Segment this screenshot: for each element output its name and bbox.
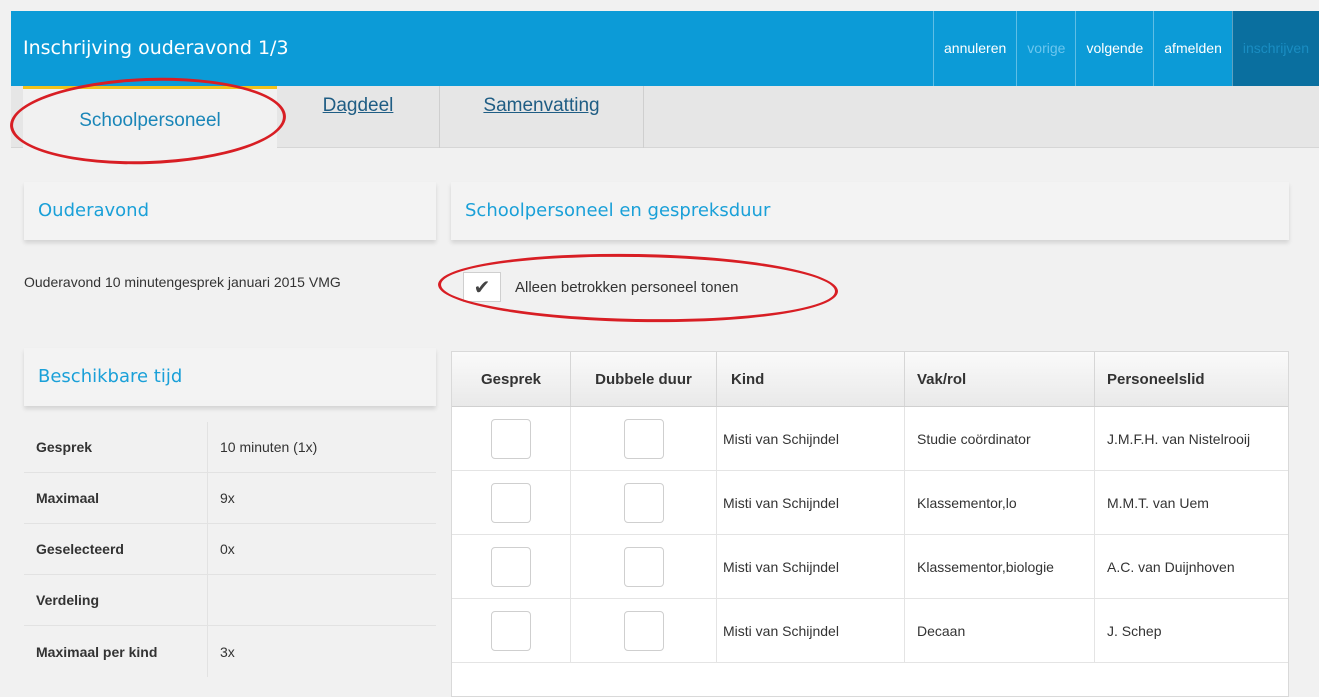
dubbele-duur-cell: [571, 407, 717, 470]
column-personeelslid: Personeelslid: [1107, 370, 1205, 388]
checkbox-label: Alleen betrokken personeel tonen: [515, 278, 739, 296]
table-row: Misti van Schijndel Klassementor,biologi…: [452, 535, 1288, 599]
dubbele-duur-cell: [571, 471, 717, 534]
next-button[interactable]: volgende: [1075, 11, 1153, 86]
personeelslid-text: M.M.T. van Uem: [1107, 494, 1209, 511]
info-row: Maximaal 9x: [24, 473, 436, 524]
beschikbare-tijd-table: Gesprek 10 minuten (1x) Maximaal 9x Gese…: [24, 422, 436, 677]
logout-button[interactable]: afmelden: [1153, 11, 1232, 86]
gesprek-checkbox[interactable]: [491, 546, 531, 587]
tab-samenvatting[interactable]: Samenvatting: [440, 86, 644, 148]
info-row: Maximaal per kind 3x: [24, 626, 436, 677]
personeelslid-text: J. Schep: [1107, 622, 1162, 639]
tab-label: Dagdeel: [322, 95, 394, 116]
info-value: 3x: [220, 643, 235, 660]
check-icon: ✔: [473, 276, 491, 299]
column-dubbele-duur: Dubbele duur: [571, 352, 717, 406]
dubbele-duur-checkbox[interactable]: [623, 546, 664, 587]
schoolpersoneel-heading: Schoolpersoneel en gespreksduur: [451, 182, 1289, 240]
table-row: Misti van Schijndel Studie coördinator J…: [452, 407, 1288, 471]
table-header: Gesprek Dubbele duur Kind Vak/rol Person…: [452, 352, 1288, 407]
dubbele-duur-checkbox[interactable]: [623, 610, 664, 651]
dubbele-duur-cell: [571, 599, 717, 662]
tab-label: Schoolpersoneel: [79, 110, 221, 131]
personeelslid-text: J.M.F.H. van Nistelrooij: [1107, 430, 1251, 447]
checkbox[interactable]: ✔: [463, 272, 501, 302]
tab-dagdeel[interactable]: Dagdeel: [277, 86, 440, 148]
personeelslid-cell: A.C. van Duijnhoven: [1095, 535, 1288, 598]
gesprek-cell: [452, 407, 571, 470]
column-kind: Kind: [717, 352, 905, 406]
staff-table: Gesprek Dubbele duur Kind Vak/rol Person…: [451, 351, 1289, 697]
kind-cell: Misti van Schijndel: [717, 471, 905, 534]
previous-button[interactable]: vorige: [1016, 11, 1075, 86]
info-value: 10 minuten (1x): [220, 439, 318, 455]
table-row: Misti van Schijndel Klassementor,lo M.M.…: [452, 471, 1288, 535]
gesprek-checkbox[interactable]: [491, 610, 531, 651]
tab-schoolpersoneel[interactable]: Schoolpersoneel: [23, 86, 277, 148]
table-row: Misti van Schijndel Decaan J. Schep: [452, 599, 1288, 663]
page-title: Inschrijving ouderavond 1/3: [23, 37, 289, 59]
vak-cell: Studie coördinator: [905, 407, 1095, 470]
column-gesprek: Gesprek: [452, 352, 571, 406]
gesprek-cell: [452, 599, 571, 662]
personeelslid-cell: J.M.F.H. van Nistelrooij: [1095, 407, 1288, 470]
gesprek-cell: [452, 535, 571, 598]
personeelslid-text: A.C. van Duijnhoven: [1107, 558, 1235, 575]
kind-cell: Misti van Schijndel: [717, 407, 905, 470]
info-value: 0x: [220, 541, 235, 557]
info-row: Geselecteerd 0x: [24, 524, 436, 575]
header-nav: annuleren vorige volgende afmelden insch…: [933, 11, 1319, 86]
tab-bar: Schoolpersoneel Dagdeel Samenvatting: [11, 86, 1319, 148]
personeelslid-cell: M.M.T. van Uem: [1095, 471, 1288, 534]
info-row: Gesprek 10 minuten (1x): [24, 422, 436, 473]
beschikbare-tijd-heading: Beschikbare tijd: [24, 348, 436, 406]
vak-cell: Klassementor,lo: [905, 471, 1095, 534]
kind-cell: Misti van Schijndel: [717, 535, 905, 598]
gesprek-checkbox[interactable]: [491, 418, 531, 459]
vak-cell: Decaan: [905, 599, 1095, 662]
ouderavond-description: Ouderavond 10 minutengesprek januari 201…: [24, 274, 341, 290]
register-button[interactable]: inschrijven: [1231, 11, 1319, 86]
info-label: Geselecteerd: [24, 524, 208, 574]
column-vak-rol: Vak/rol: [905, 352, 1095, 406]
info-value: 9x: [220, 490, 235, 506]
vak-cell: Klassementor,biologie: [905, 535, 1095, 598]
dubbele-duur-cell: [571, 535, 717, 598]
info-row: Verdeling: [24, 575, 436, 626]
tab-label: Samenvatting: [483, 95, 600, 116]
ouderavond-heading: Ouderavond: [24, 182, 436, 240]
dubbele-duur-checkbox[interactable]: [623, 418, 664, 459]
dubbele-duur-checkbox[interactable]: [623, 482, 664, 523]
info-label: Maximaal: [24, 473, 208, 523]
gesprek-checkbox[interactable]: [491, 482, 531, 523]
gesprek-cell: [452, 471, 571, 534]
personeelslid-cell: J. Schep: [1095, 599, 1288, 662]
only-involved-staff-toggle[interactable]: ✔ Alleen betrokken personeel tonen: [463, 272, 739, 302]
kind-cell: Misti van Schijndel: [717, 599, 905, 662]
info-label: Maximaal per kind: [24, 626, 208, 677]
app-header: Inschrijving ouderavond 1/3 annuleren vo…: [11, 11, 1319, 86]
info-label: Gesprek: [24, 422, 208, 472]
info-label: Verdeling: [24, 575, 208, 625]
cancel-button[interactable]: annuleren: [933, 11, 1016, 86]
